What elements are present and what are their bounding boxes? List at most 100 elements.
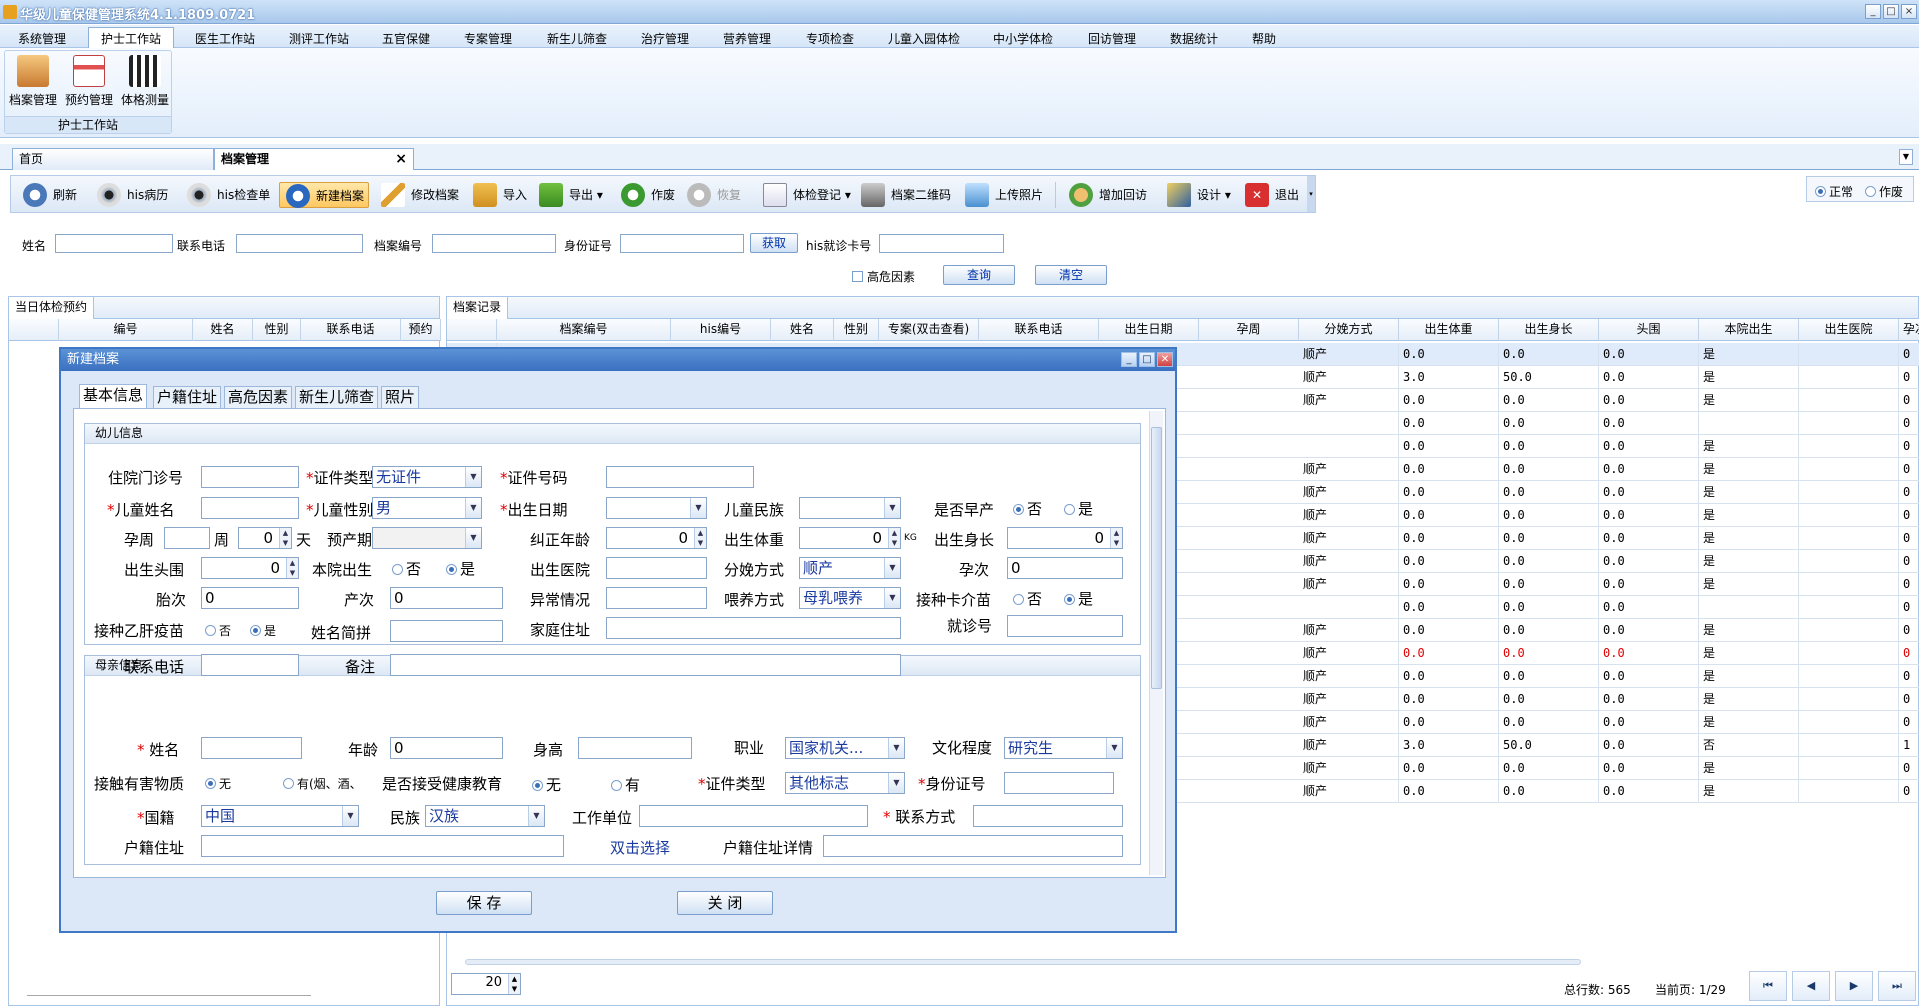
col-no[interactable]: 编号 bbox=[59, 319, 193, 341]
bcg-no-radio[interactable]: 否 bbox=[1013, 588, 1042, 609]
col-gravida[interactable]: 孕次 bbox=[1899, 319, 1919, 341]
col-appt[interactable]: 预约 bbox=[401, 319, 441, 341]
col-phone[interactable]: 联系电话 bbox=[979, 319, 1099, 341]
hazard-no-radio[interactable]: 无 bbox=[205, 775, 231, 792]
first-page-button[interactable]: ⏮ bbox=[1749, 971, 1787, 1001]
due-date-picker[interactable]: ▼ bbox=[372, 527, 482, 549]
col-sex[interactable]: 性别 bbox=[253, 319, 301, 341]
exit-button[interactable]: ✕ 退出 bbox=[1239, 182, 1299, 208]
child-phone-input[interactable] bbox=[201, 654, 299, 676]
gravida-input[interactable]: 0 bbox=[1007, 557, 1123, 579]
hazard-yes-radio[interactable]: 有(烟、酒、 bbox=[283, 775, 362, 792]
close-dialog-button[interactable]: 关 闭 bbox=[677, 891, 773, 915]
upload-photo-button[interactable]: 上传照片 bbox=[959, 182, 1043, 208]
menu-special-exam[interactable]: 专项检查 bbox=[806, 30, 854, 47]
bcg-yes-radio[interactable]: 是 bbox=[1064, 588, 1093, 609]
menu-ent-care[interactable]: 五官保健 bbox=[382, 30, 430, 47]
col-sex[interactable]: 性别 bbox=[834, 319, 879, 341]
export-button[interactable]: 导出 ▾ bbox=[533, 182, 603, 208]
his-exam-button[interactable]: his检查单 bbox=[181, 182, 270, 208]
health-edu-yes-radio[interactable]: 有 bbox=[611, 774, 640, 795]
mother-nation-select[interactable]: 汉族 ▼ bbox=[425, 805, 545, 827]
id-type-select[interactable]: 无证件 ▼ bbox=[372, 466, 482, 488]
col-name[interactable]: 姓名 bbox=[771, 319, 834, 341]
high-risk-checkbox[interactable]: 高危因素 bbox=[852, 268, 915, 285]
restore-button[interactable]: 恢复 bbox=[681, 182, 741, 208]
health-edu-no-radio[interactable]: 无 bbox=[532, 774, 561, 795]
premature-no-radio[interactable]: 否 bbox=[1013, 498, 1042, 519]
save-button[interactable]: 保 存 bbox=[436, 891, 532, 915]
name-abbr-input[interactable] bbox=[390, 620, 503, 642]
menu-doctor-station[interactable]: 医生工作站 bbox=[195, 30, 255, 47]
child-name-input[interactable] bbox=[201, 497, 299, 519]
visit-no-input[interactable] bbox=[1007, 615, 1123, 637]
qr-code-button[interactable]: 档案二维码 bbox=[855, 182, 951, 208]
tab-home[interactable]: 首页 bbox=[12, 148, 214, 170]
search-file-no-input[interactable] bbox=[432, 234, 556, 253]
toolbar-overflow-icon[interactable]: ▾ bbox=[1307, 176, 1315, 212]
col-phone[interactable]: 联系电话 bbox=[301, 319, 401, 341]
next-page-button[interactable]: ▶ bbox=[1835, 971, 1873, 1001]
col-head-circ[interactable]: 头围 bbox=[1599, 319, 1699, 341]
dialog-tab-high-risk[interactable]: 高危因素 bbox=[224, 386, 293, 408]
col-his-no[interactable]: his编号 bbox=[671, 319, 771, 341]
dialog-tab-newborn[interactable]: 新生儿筛查 bbox=[295, 386, 379, 408]
dialog-tab-hukou[interactable]: 户籍住址 bbox=[153, 386, 222, 408]
mother-height-input[interactable] bbox=[578, 737, 692, 759]
nationality-select[interactable]: 中国 ▼ bbox=[201, 805, 359, 827]
work-unit-input[interactable] bbox=[639, 805, 868, 827]
col-gest-week[interactable]: 孕周 bbox=[1199, 319, 1299, 341]
import-button[interactable]: 导入 bbox=[467, 182, 527, 208]
id-no-input[interactable] bbox=[606, 466, 754, 488]
hepb-no-radio[interactable]: 否 bbox=[205, 622, 231, 639]
fetch-button[interactable]: 获取 bbox=[750, 233, 798, 253]
new-file-button[interactable]: 新建档案 bbox=[279, 182, 369, 208]
premature-yes-radio[interactable]: 是 bbox=[1064, 498, 1093, 519]
inpatient-no-input[interactable] bbox=[201, 466, 299, 488]
child-nation-select[interactable]: ▼ bbox=[799, 497, 901, 519]
tabs-dropdown-icon[interactable]: ▼ bbox=[1899, 149, 1913, 165]
menu-nutrition[interactable]: 营养管理 bbox=[723, 30, 771, 47]
dialog-minimize-button[interactable]: _ bbox=[1121, 352, 1137, 367]
head-circ-stepper[interactable]: 0 ▲ ▼ bbox=[201, 557, 299, 579]
mother-edu-select[interactable]: 研究生 ▼ bbox=[1004, 737, 1123, 759]
col-born-here[interactable]: 本院出生 bbox=[1699, 319, 1799, 341]
search-phone-input[interactable] bbox=[236, 234, 363, 253]
menu-assessment-station[interactable]: 测评工作站 bbox=[289, 30, 349, 47]
minimize-button[interactable]: _ bbox=[1865, 4, 1881, 19]
menu-treatment[interactable]: 治疗管理 bbox=[641, 30, 689, 47]
clear-button[interactable]: 清空 bbox=[1035, 265, 1107, 285]
menu-statistics[interactable]: 数据统计 bbox=[1170, 30, 1218, 47]
corrected-age-stepper[interactable]: 0 ▲ ▼ bbox=[606, 527, 707, 549]
gest-day-stepper[interactable]: 0 ▲ ▼ bbox=[238, 527, 292, 549]
page-size-stepper[interactable]: 20 ▲ ▼ bbox=[451, 973, 521, 995]
birth-length-stepper[interactable]: 0 ▲ ▼ bbox=[1007, 527, 1123, 549]
ribbon-measure-button[interactable]: 体格测量 bbox=[119, 55, 171, 108]
dialog-tab-basic[interactable]: 基本信息 bbox=[79, 384, 148, 409]
contact-input[interactable] bbox=[973, 805, 1123, 827]
exam-register-button[interactable]: 体检登记 ▾ bbox=[757, 182, 851, 208]
feeding-select[interactable]: 母乳喂养 ▼ bbox=[799, 587, 901, 609]
menu-followup[interactable]: 回访管理 bbox=[1088, 30, 1136, 47]
his-record-button[interactable]: his病历 bbox=[91, 182, 168, 208]
menu-nurse-station[interactable]: 护士工作站 bbox=[88, 27, 175, 49]
delivery-select[interactable]: 顺产 ▼ bbox=[799, 557, 901, 579]
void-button[interactable]: 作废 bbox=[615, 182, 675, 208]
status-void-radio[interactable]: 作废 bbox=[1865, 183, 1903, 200]
prev-page-button[interactable]: ◀ bbox=[1792, 971, 1830, 1001]
col-delivery[interactable]: 分娩方式 bbox=[1299, 319, 1399, 341]
search-id-input[interactable] bbox=[620, 234, 744, 253]
refresh-button[interactable]: 刷新 bbox=[17, 182, 77, 208]
menu-newborn-screening[interactable]: 新生儿筛查 bbox=[547, 30, 607, 47]
close-window-button[interactable]: × bbox=[1901, 4, 1917, 19]
ribbon-appointment-button[interactable]: 预约管理 bbox=[63, 55, 115, 108]
horizontal-scrollbar[interactable] bbox=[465, 959, 1581, 965]
gest-week-input[interactable] bbox=[164, 527, 210, 549]
menu-school-exam[interactable]: 中小学体检 bbox=[993, 30, 1053, 47]
birth-weight-stepper[interactable]: 0 ▲ ▼ bbox=[799, 527, 901, 549]
mother-job-select[interactable]: 国家机关... ▼ bbox=[785, 737, 905, 759]
dialog-maximize-button[interactable]: □ bbox=[1139, 352, 1155, 367]
para-input[interactable]: 0 bbox=[390, 587, 503, 609]
birth-date-picker[interactable]: ▼ bbox=[606, 497, 707, 519]
ribbon-file-mgmt-button[interactable]: 档案管理 bbox=[7, 55, 59, 108]
